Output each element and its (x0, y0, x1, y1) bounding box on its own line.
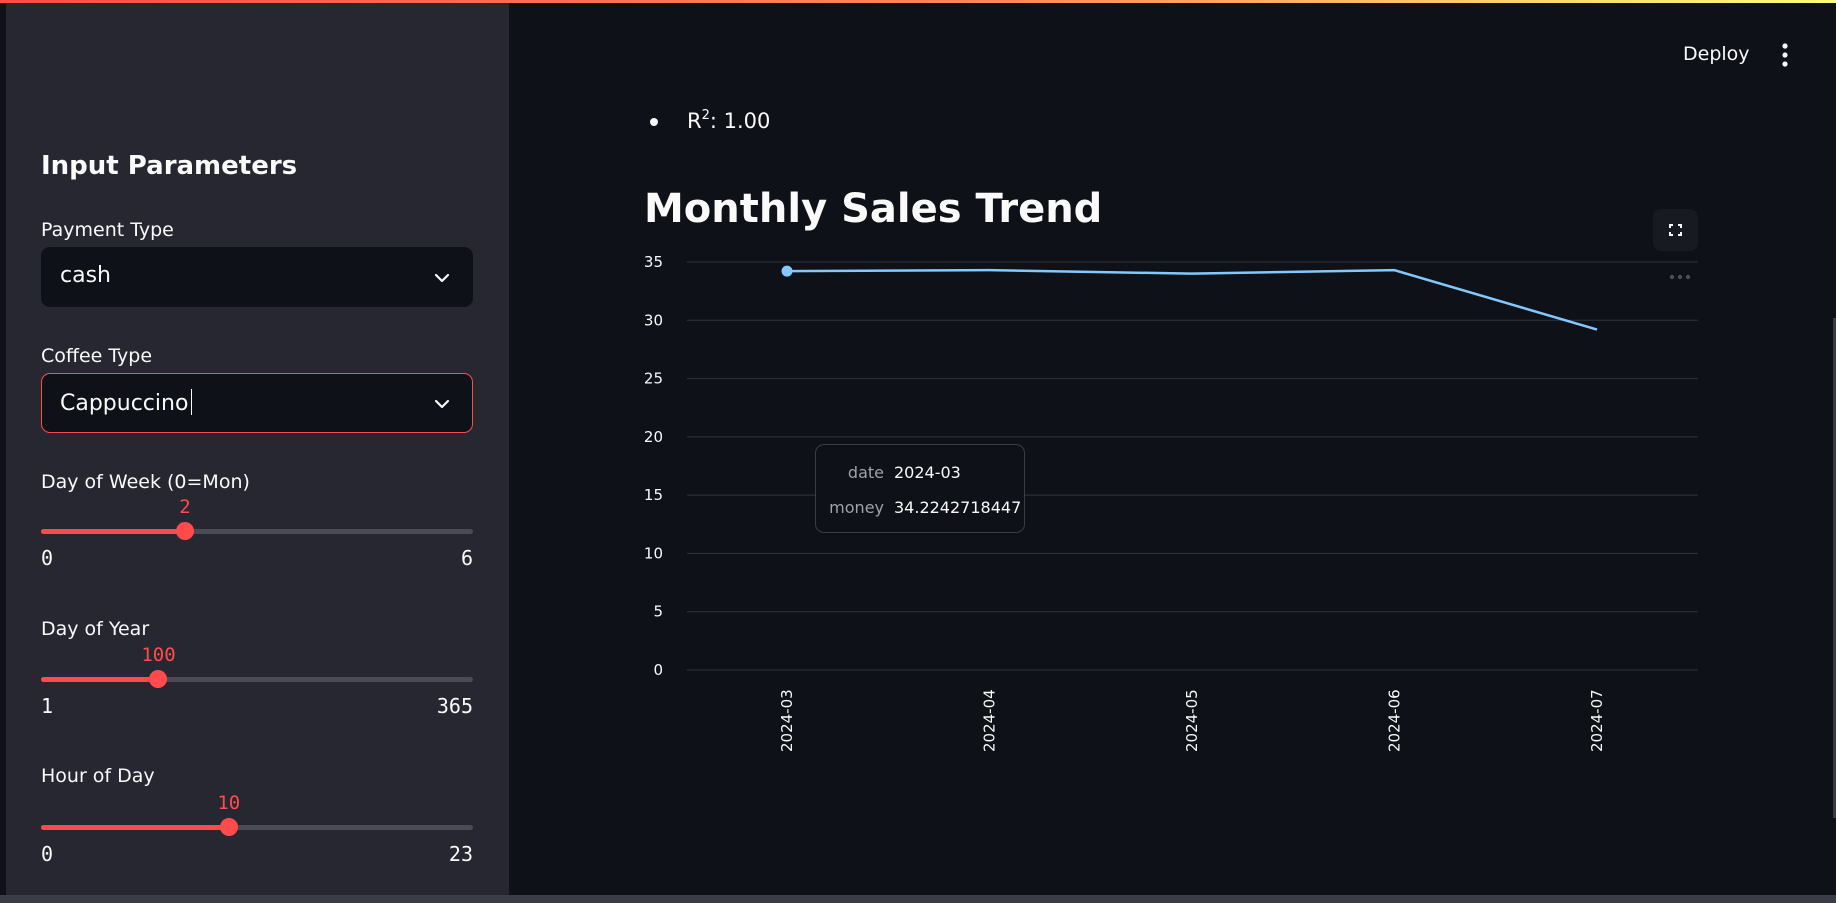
slider-max-label: 6 (460, 546, 473, 570)
hour-of-day-slider[interactable]: 10 0 23 (41, 792, 473, 866)
slider-current-value: 10 (217, 792, 241, 814)
slider-current-value: 2 (179, 496, 191, 518)
x-tick-label: 2024-04 (981, 689, 999, 752)
y-tick-label: 20 (644, 428, 663, 446)
text-cursor (191, 389, 193, 415)
fullscreen-button[interactable] (1653, 209, 1698, 251)
slider-thumb[interactable] (219, 818, 238, 836)
tooltip-money-label: money (829, 498, 884, 517)
fullscreen-icon (1669, 224, 1682, 236)
x-tick-label: 2024-07 (1588, 689, 1606, 752)
x-tick-label: 2024-05 (1183, 689, 1201, 752)
list-bullet (650, 118, 658, 126)
more-horizontal-icon[interactable] (1668, 272, 1692, 282)
y-tick-label: 15 (644, 486, 663, 504)
series-line (786, 268, 1598, 331)
y-tick-label: 10 (644, 544, 663, 562)
y-tick-label: 5 (653, 603, 663, 621)
slider-thumb[interactable] (149, 670, 168, 688)
payment-type-label: Payment Type (41, 219, 174, 241)
coffee-type-label: Coffee Type (41, 345, 153, 367)
slider-fill (41, 529, 185, 534)
slider-fill (41, 825, 229, 830)
deploy-button[interactable]: Deploy (1683, 43, 1750, 65)
chart-title: Monthly Sales Trend (644, 186, 1103, 232)
streamlit-app: Input Parameters Payment Type cash Coffe… (0, 0, 1836, 903)
day-of-week-slider[interactable]: 2 0 6 (41, 496, 473, 570)
y-tick-label: 35 (644, 253, 663, 271)
payment-type-value: cash (60, 263, 111, 288)
coffee-type-select[interactable]: Cappuccino (41, 373, 473, 433)
slider-min-label: 0 (41, 546, 54, 570)
chevron-down-icon (434, 273, 450, 283)
day-of-year-slider[interactable]: 100 1 365 (41, 644, 473, 718)
highlighted-data-point[interactable] (781, 265, 793, 277)
r-squared-metric: R2: 1.00 (687, 108, 771, 133)
x-tick-label: 2024-06 (1386, 689, 1404, 752)
chart-tooltip: date 2024-03 money 34.2242718447 (815, 444, 1025, 533)
day-of-year-label: Day of Year (41, 618, 150, 640)
tooltip-money-value: 34.2242718447 (894, 498, 1022, 517)
slider-fill (41, 677, 159, 682)
top-decoration-bar (0, 0, 1836, 3)
day-of-week-label: Day of Week (0=Mon) (41, 471, 250, 493)
sidebar: Input Parameters Payment Type cash Coffe… (6, 3, 509, 895)
payment-type-select[interactable]: cash (41, 247, 473, 307)
slider-min-label: 0 (41, 842, 54, 866)
coffee-type-value: Cappuccino (60, 389, 193, 416)
slider-max-label: 365 (436, 694, 473, 718)
window-bottom-edge (0, 895, 1836, 903)
y-tick-label: 0 (653, 661, 663, 679)
sidebar-title: Input Parameters (41, 151, 298, 181)
tooltip-date-label: date (847, 463, 884, 482)
y-tick-label: 30 (644, 311, 663, 329)
slider-thumb[interactable] (176, 522, 194, 540)
hour-of-day-label: Hour of Day (41, 765, 155, 787)
y-tick-label: 25 (644, 370, 663, 388)
chevron-down-icon (434, 399, 450, 409)
more-vertical-icon[interactable] (1775, 42, 1795, 68)
tooltip-date-value: 2024-03 (894, 463, 961, 482)
slider-current-value: 100 (141, 644, 176, 666)
x-tick-label: 2024-03 (778, 689, 796, 752)
slider-min-label: 1 (41, 694, 54, 718)
slider-max-label: 23 (448, 842, 473, 866)
